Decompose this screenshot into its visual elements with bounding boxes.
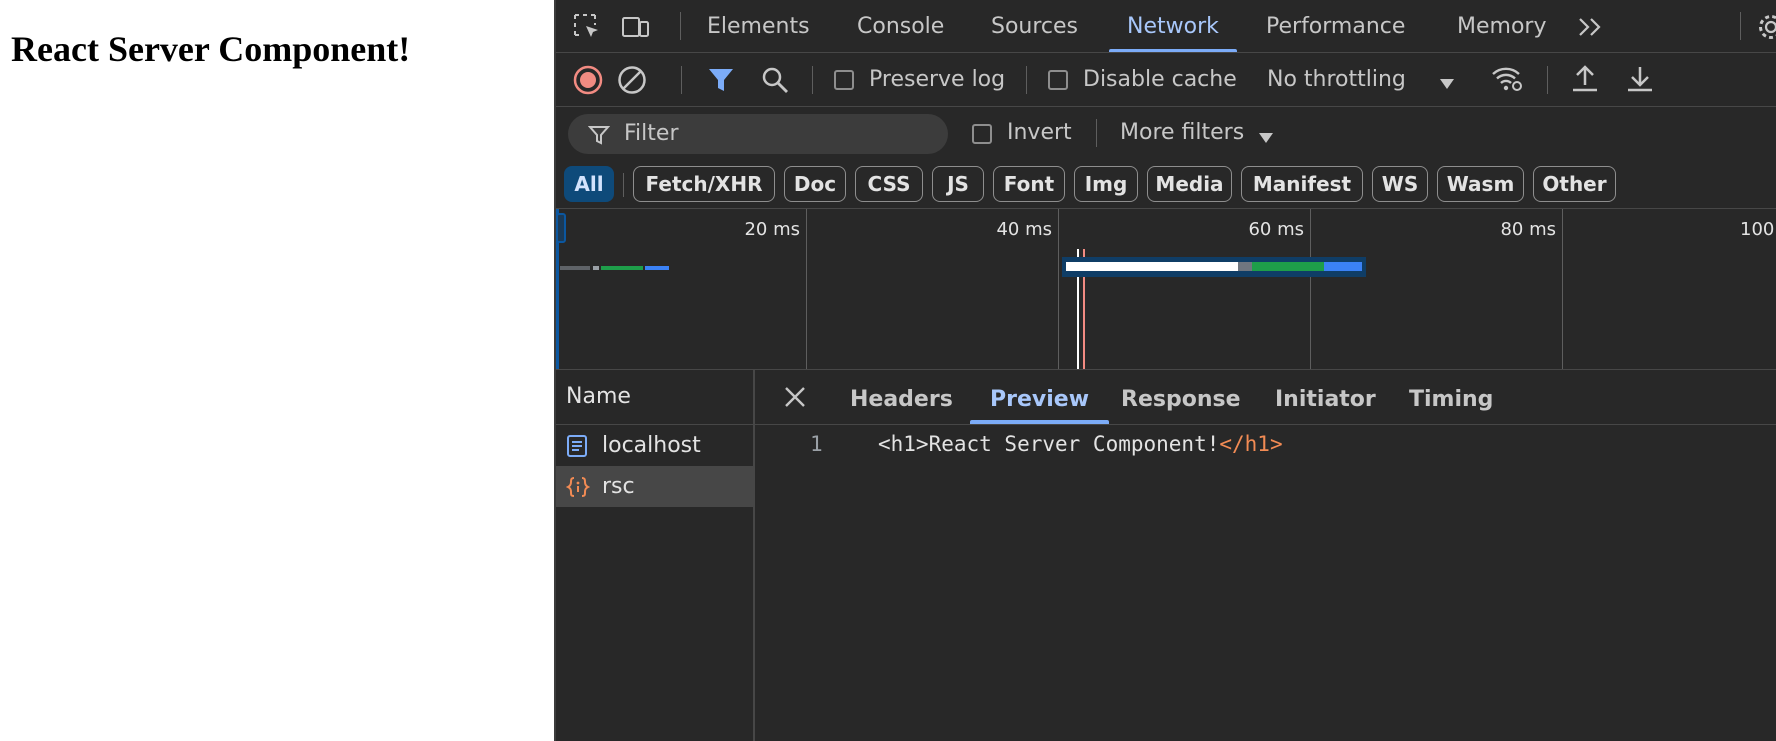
type-filter-manifest[interactable]: Manifest [1241,166,1363,202]
network-toolbar: Preserve log Disable cache No throttling [556,53,1776,107]
more-filters-dropdown-icon[interactable] [1258,129,1274,148]
throttling-dropdown-arrow-icon[interactable] [1439,75,1469,105]
resource-type-filters: All Fetch/XHR Doc CSS JS Font Img Media … [556,157,1776,209]
toolbar-divider [812,66,813,94]
inspect-element-icon[interactable] [572,12,602,42]
settings-gear-icon[interactable] [1756,12,1776,42]
network-overview-timeline[interactable]: 20 ms 40 ms 60 ms 80 ms 100 [556,209,1776,370]
request-list: Name localhost rsc [556,370,755,741]
rendered-page: React Server Component! [0,0,554,741]
filter-funnel-small-icon [587,124,611,150]
timing-bar-stalled [593,266,599,270]
close-detail-icon[interactable] [783,385,807,413]
request-row-rsc[interactable]: rsc [556,466,753,507]
toolbar-divider [1026,66,1027,94]
tab-headers[interactable]: Headers [850,370,953,424]
detail-tabs: Headers Preview Response Initiator Timin… [755,370,1776,425]
tab-initiator[interactable]: Initiator [1275,370,1376,424]
timing-bar-waiting-selected [1252,262,1324,271]
tab-memory[interactable]: Memory [1457,0,1546,52]
tab-preview[interactable]: Preview [969,370,1110,424]
line-number: 1 [810,432,823,456]
type-filter-js[interactable]: JS [932,166,984,202]
stop-recording-icon[interactable] [572,64,603,95]
request-name: rsc [602,474,635,499]
more-filters-button[interactable]: More filters [1120,118,1244,148]
tick-label-80ms: 80 ms [1500,219,1556,240]
type-filter-all[interactable]: All [564,166,614,202]
preserve-log-label: Preserve log [869,67,1006,92]
type-filter-media[interactable]: Media [1147,166,1232,202]
devtools-panel: Elements Console Sources Network Perform… [554,0,1776,741]
tick-label-100ms: 100 [1740,219,1775,240]
filter-placeholder: Filter [624,121,679,146]
type-filter-other[interactable]: Other [1533,166,1616,202]
timing-bar-queue-selected [1066,262,1238,271]
tab-timing[interactable]: Timing [1409,370,1493,424]
filter-input[interactable]: Filter [568,114,948,154]
page-heading: React Server Component! [11,29,411,69]
fetch-braces-icon [566,477,590,497]
tab-response[interactable]: Response [1121,370,1241,424]
timeline-handle-grip[interactable] [556,213,566,243]
invert-checkbox[interactable] [972,124,992,144]
code-open-tag-text: <h1>React Server Component! [878,432,1220,456]
request-name: localhost [602,433,701,458]
code-line[interactable]: <h1>React Server Component!</h1> [878,432,1283,456]
tick-label-60ms: 60 ms [1248,219,1304,240]
tick-label-20ms: 20 ms [744,219,800,240]
tab-network[interactable]: Network [1109,0,1237,52]
code-close-tag: </h1> [1219,432,1283,456]
request-detail-panel: Headers Preview Response Initiator Timin… [755,370,1776,741]
tick-line [1310,209,1311,369]
timing-bar-download [645,266,669,270]
filter-row: Filter Invert More filters [556,107,1776,157]
clear-log-icon[interactable] [616,64,646,94]
more-tabs-chevron-icon[interactable] [1576,13,1606,43]
type-filter-wasm[interactable]: Wasm [1437,166,1524,202]
type-filter-img[interactable]: Img [1074,166,1138,202]
filter-divider [1096,119,1097,147]
disable-cache-checkbox[interactable] [1048,70,1068,90]
tab-elements[interactable]: Elements [707,0,810,52]
tabbar-divider [680,12,681,40]
type-filter-ws[interactable]: WS [1372,166,1428,202]
tick-line [806,209,807,369]
tick-line [1562,209,1563,369]
type-filter-doc[interactable]: Doc [784,166,846,202]
type-filter-fetch-xhr[interactable]: Fetch/XHR [633,166,775,202]
network-conditions-wifi-icon[interactable] [1490,63,1522,93]
timing-bar-queue [560,266,590,270]
request-row-localhost[interactable]: localhost [556,425,753,466]
timing-bar-waiting [601,266,643,270]
toolbar-divider [681,66,682,94]
type-filter-font[interactable]: Font [993,166,1065,202]
disable-cache-label: Disable cache [1083,67,1237,92]
name-column-header[interactable]: Name [556,370,753,425]
tab-performance[interactable]: Performance [1266,0,1405,52]
toolbar-divider [1547,66,1548,94]
type-filter-css[interactable]: CSS [855,166,923,202]
throttling-select[interactable]: No throttling [1267,65,1406,95]
filter-funnel-icon[interactable] [706,65,736,95]
import-har-upload-icon[interactable] [1570,63,1600,93]
tick-label-40ms: 40 ms [996,219,1052,240]
tab-sources[interactable]: Sources [991,0,1078,52]
timing-bar-stalled-selected [1238,262,1252,271]
chip-divider [623,173,624,197]
timing-bar-download-selected [1324,262,1362,271]
tab-console[interactable]: Console [857,0,944,52]
search-icon[interactable] [760,65,790,95]
preserve-log-checkbox[interactable] [834,70,854,90]
tabbar-divider-right [1740,12,1741,40]
invert-label: Invert [1007,120,1072,145]
document-icon [567,435,587,457]
network-lower-panel: Name localhost rsc Headers Preview Respo… [556,370,1776,741]
tick-line [1058,209,1059,369]
export-har-download-icon[interactable] [1625,63,1655,93]
devtools-tabbar: Elements Console Sources Network Perform… [556,0,1776,53]
device-toolbar-icon[interactable] [620,12,650,42]
